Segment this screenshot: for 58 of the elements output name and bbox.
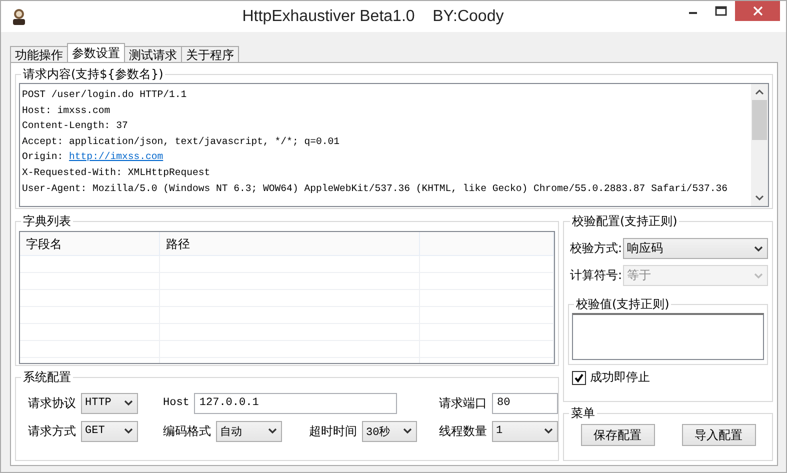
dropdown[interactable]: GET bbox=[81, 420, 138, 442]
field-label: 编码格式 bbox=[163, 422, 211, 440]
chevron-icon bbox=[124, 428, 133, 434]
maximize-icon[interactable] bbox=[715, 6, 727, 16]
group-title: 校验配置(支持正则) bbox=[571, 213, 678, 230]
field-label: 计算符号: bbox=[570, 267, 622, 284]
input-field[interactable]: 80 bbox=[492, 392, 558, 414]
tab[interactable]: 功能操作 bbox=[10, 46, 68, 62]
text-area[interactable] bbox=[572, 313, 764, 360]
field-label: 请求端口 bbox=[439, 394, 487, 412]
code-line: POST /user/login.do HTTP/1.1 bbox=[22, 88, 188, 102]
scroll-down-icon[interactable] bbox=[755, 195, 764, 201]
column-header[interactable]: 字段名 bbox=[20, 232, 160, 257]
menu-button[interactable]: 导入配置 bbox=[682, 424, 756, 446]
code-line: Host: imxss.com bbox=[22, 104, 112, 118]
chevron-icon bbox=[754, 246, 763, 252]
request-editor[interactable] bbox=[19, 83, 769, 207]
group-title: 菜单 bbox=[570, 405, 596, 422]
tab[interactable]: 测试请求 bbox=[124, 46, 182, 62]
url-link[interactable]: http://imxss.com bbox=[69, 151, 164, 162]
field-label: 校验方式: bbox=[570, 240, 622, 257]
dropdown[interactable]: 响应码 bbox=[623, 238, 768, 259]
scrollbar[interactable] bbox=[751, 84, 768, 206]
chevron-icon bbox=[403, 428, 412, 434]
checkbox-label: 成功即停止 bbox=[590, 369, 650, 386]
group-title: 字典列表 bbox=[22, 213, 72, 230]
field-label: 请求方式 bbox=[28, 422, 76, 440]
field-label: Host bbox=[163, 397, 190, 409]
group-title: 系统配置 bbox=[22, 369, 72, 386]
field-label: 请求协议 bbox=[28, 394, 76, 412]
column-header[interactable]: 路径 bbox=[160, 232, 420, 257]
dropdown[interactable]: 30秒 bbox=[362, 420, 417, 442]
input-field[interactable]: 127.0.0.1 bbox=[194, 392, 397, 414]
close-button[interactable] bbox=[735, 1, 780, 21]
group-title: 请求内容(支持${参数名}) bbox=[22, 66, 164, 83]
checkbox[interactable] bbox=[572, 370, 586, 384]
chevron-icon bbox=[268, 428, 277, 434]
code-line: Origin: http://imxss.com bbox=[22, 150, 164, 164]
field-label: 线程数量 bbox=[439, 422, 487, 440]
group-title: 校验值(支持正则) bbox=[575, 296, 670, 313]
dropdown[interactable]: 自动 bbox=[216, 420, 282, 442]
code-line: X-Requested-With: XMLHttpRequest bbox=[22, 166, 212, 180]
chevron-icon bbox=[544, 428, 553, 434]
code-line: User-Agent: Mozilla/5.0 (Windows NT 6.3; WOW64) AppleWebKit/537.36 (KHTML, like Gecko) Chrome/55.0.2883.87 Safari/537.36 bbox=[22, 182, 728, 196]
menu-button[interactable]: 保存配置 bbox=[580, 424, 654, 446]
scroll-up-icon[interactable] bbox=[755, 89, 764, 95]
close-icon[interactable] bbox=[752, 6, 762, 16]
window-title: HttpExhaustiver Beta1.0 BY:Coody bbox=[241, 8, 505, 26]
field-label: 超时时间 bbox=[309, 422, 357, 440]
chevron-icon bbox=[754, 272, 763, 278]
dropdown[interactable]: HTTP bbox=[81, 392, 138, 414]
dropdown[interactable]: 1 bbox=[492, 420, 558, 442]
chevron-icon bbox=[124, 400, 133, 406]
code-line: Content-Length: 37 bbox=[22, 119, 129, 134]
tab[interactable]: 参数设置 bbox=[67, 43, 125, 62]
app-icon bbox=[11, 8, 27, 26]
code-line: Accept: application/json, text/javascript, */*; q=0.01 bbox=[22, 134, 340, 149]
tab[interactable]: 关于程序 bbox=[181, 46, 239, 62]
